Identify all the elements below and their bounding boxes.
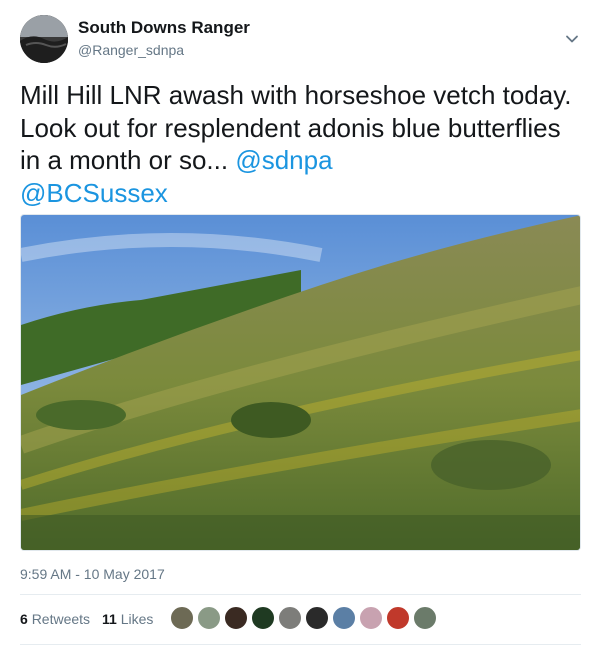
liker-avatar[interactable]	[251, 606, 275, 630]
liker-avatar[interactable]	[305, 606, 329, 630]
hillside-photo	[21, 215, 580, 550]
liker-avatar[interactable]	[278, 606, 302, 630]
liker-avatar[interactable]	[170, 606, 194, 630]
liker-avatar[interactable]	[224, 606, 248, 630]
user-handle[interactable]: @Ranger_sdnpa	[78, 42, 184, 58]
liker-avatar[interactable]	[386, 606, 410, 630]
tweet-stats: 6 Retweets 11 Likes	[20, 611, 153, 627]
tweet-timestamp[interactable]: 9:59 AM - 10 May 2017	[20, 566, 165, 582]
divider	[20, 644, 581, 645]
avatar[interactable]	[20, 15, 68, 63]
liker-avatar[interactable]	[413, 606, 437, 630]
mention-link-sdnpa[interactable]: @sdnpa	[235, 145, 332, 175]
chevron-down-icon[interactable]	[563, 30, 581, 48]
avatar-image	[20, 15, 68, 63]
divider	[20, 594, 581, 595]
likes-label: Likes	[120, 611, 154, 627]
liker-avatars	[170, 606, 437, 630]
liker-avatar[interactable]	[332, 606, 356, 630]
tweet-photo[interactable]	[20, 214, 581, 551]
liker-avatar[interactable]	[359, 606, 383, 630]
mention-link-bcsussex[interactable]: @BCSussex	[20, 178, 168, 208]
display-name[interactable]: South Downs Ranger	[78, 18, 250, 38]
retweets-count: 6	[20, 611, 28, 627]
tweet-text: Mill Hill LNR awash with horseshoe vetch…	[20, 79, 580, 209]
retweets-label: Retweets	[31, 611, 91, 627]
likes-stat[interactable]: 11 Likes	[102, 611, 153, 627]
likes-count: 11	[102, 611, 117, 627]
retweets-stat[interactable]: 6 Retweets	[20, 611, 90, 627]
liker-avatar[interactable]	[197, 606, 221, 630]
